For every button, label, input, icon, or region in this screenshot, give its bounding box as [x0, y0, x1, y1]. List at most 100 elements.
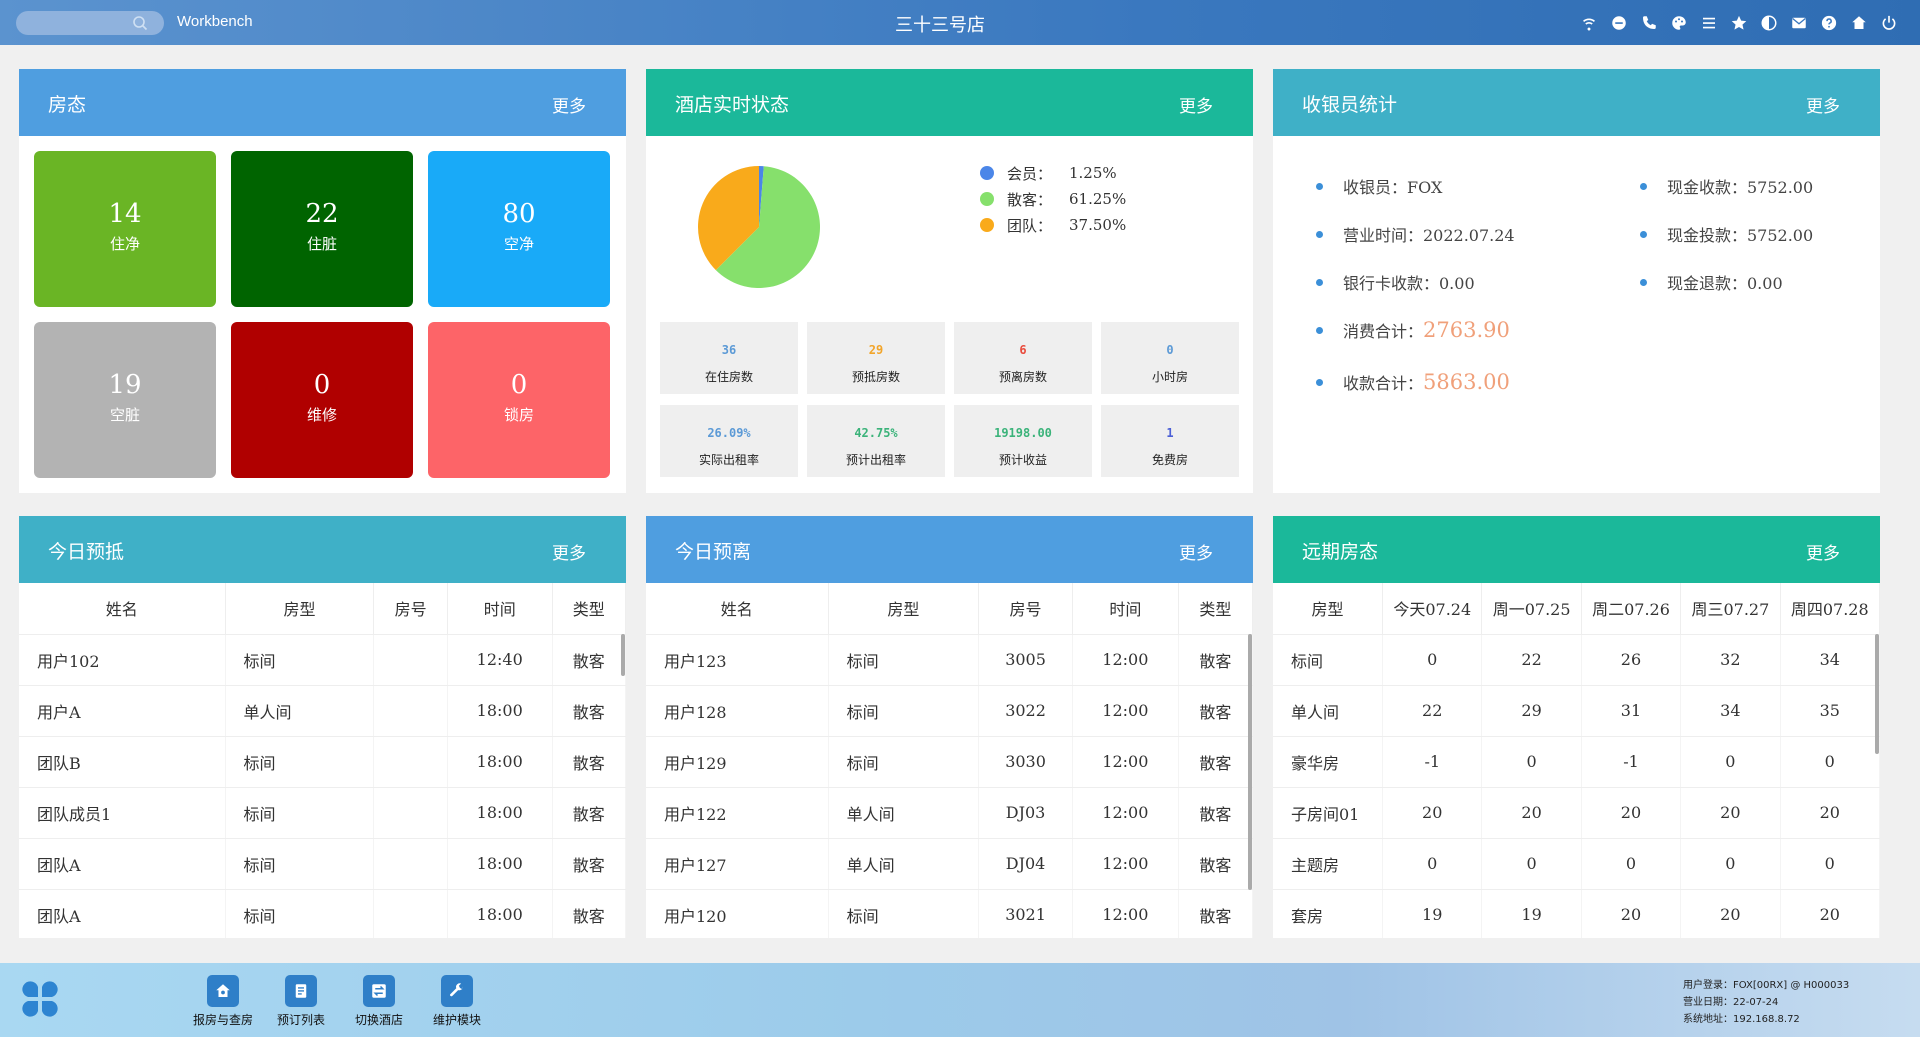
table-row[interactable]: 用户120 标间 3021 12:00 散客	[646, 889, 1253, 938]
table-row[interactable]: 用户102 标间 12:40 散客	[19, 634, 626, 686]
table-row[interactable]: 用户127 单人间 DJ04 12:00 散客	[646, 838, 1253, 890]
room-status-panel: 房态 更多 14 住净 22 住脏 80 空净 19 空脏 0 维修 0 锁房	[19, 69, 626, 493]
table-cell: 标间	[225, 889, 375, 938]
room-status-tile[interactable]: 14 住净	[34, 151, 216, 307]
tile-label: 空脏	[109, 406, 140, 424]
column-header[interactable]: 类型	[552, 583, 626, 635]
column-header[interactable]: 周四07.28	[1780, 583, 1880, 635]
column-header[interactable]: 房型	[828, 583, 980, 635]
column-header[interactable]: 房号	[978, 583, 1073, 635]
panel-title: 房态	[48, 94, 87, 116]
more-link[interactable]: 更多	[552, 92, 586, 117]
column-header[interactable]: 时间	[447, 583, 553, 635]
column-header[interactable]: 房型	[225, 583, 375, 635]
stat-box[interactable]: 26.09% 实际出租率	[660, 405, 798, 477]
table-row[interactable]: 用户128 标间 3022 12:00 散客	[646, 685, 1253, 737]
table-cell: 标间	[828, 685, 980, 737]
booking-list-button[interactable]: 预订列表	[261, 975, 341, 1028]
app-logo-icon[interactable]	[20, 979, 60, 1019]
column-header[interactable]: 周三07.27	[1680, 583, 1781, 635]
column-header[interactable]: 今天07.24	[1382, 583, 1483, 635]
table-cell: 12:00	[1072, 736, 1179, 788]
stat-box[interactable]: 0 小时房	[1101, 322, 1239, 394]
room-status-tile[interactable]: 80 空净	[428, 151, 610, 307]
switch-hotel-button[interactable]: 切换酒店	[339, 975, 419, 1028]
scrollbar[interactable]	[1248, 634, 1252, 890]
contrast-icon[interactable]	[1758, 12, 1780, 34]
wifi-icon[interactable]	[1578, 12, 1600, 34]
arrivals-header: 今日预抵 更多	[19, 516, 626, 583]
column-header[interactable]: 房型	[1273, 583, 1384, 635]
table-row[interactable]: 豪华房 -1 0 -1 0 0	[1273, 736, 1880, 788]
star-icon[interactable]	[1728, 12, 1750, 34]
stat-box[interactable]: 29 预抵房数	[807, 322, 945, 394]
table-row[interactable]: 用户129 标间 3030 12:00 散客	[646, 736, 1253, 788]
column-header[interactable]: 姓名	[19, 583, 226, 635]
table-cell: 12:00	[1072, 685, 1179, 737]
table-cell: 散客	[1178, 685, 1253, 737]
help-icon[interactable]	[1818, 12, 1840, 34]
table-row[interactable]: 标间 0 22 26 32 34	[1273, 634, 1880, 686]
column-header[interactable]: 房号	[373, 583, 448, 635]
column-header[interactable]: 时间	[1072, 583, 1179, 635]
stat-box[interactable]: 19198.00 预计收益	[954, 405, 1092, 477]
phone-icon[interactable]	[1638, 12, 1660, 34]
table-cell: 0	[1780, 838, 1880, 890]
more-link[interactable]: 更多	[1806, 92, 1840, 117]
tile-count: 0	[510, 370, 528, 400]
home-icon[interactable]	[1848, 12, 1870, 34]
table-row[interactable]: 用户122 单人间 DJ03 12:00 散客	[646, 787, 1253, 839]
more-link[interactable]: 更多	[1179, 92, 1213, 117]
menu-icon[interactable]	[1698, 12, 1720, 34]
power-icon[interactable]	[1878, 12, 1900, 34]
more-link[interactable]: 更多	[1179, 539, 1213, 564]
table-cell: 0	[1481, 838, 1582, 890]
stat-label: 预计出租率	[845, 453, 906, 467]
stat-label: 小时房	[1151, 370, 1188, 384]
column-header[interactable]: 类型	[1178, 583, 1253, 635]
arrivals-table: 姓名 房型 房号 时间 类型 用户102 标间 12:40 散客 用户A 单人间 18:00 散客 团队B…	[19, 583, 626, 938]
table-row[interactable]: 团队A 标间 18:00 散客	[19, 889, 626, 938]
cash-deposit: 现金投款：5752.00	[1640, 222, 1813, 246]
table-row[interactable]: 主题房 0 0 0 0 0	[1273, 838, 1880, 890]
table-row[interactable]: 子房间01 20 20 20 20 20	[1273, 787, 1880, 839]
room-status-tile[interactable]: 0 锁房	[428, 322, 610, 478]
room-status-tile[interactable]: 22 住脏	[231, 151, 413, 307]
table-cell: 26	[1581, 634, 1682, 686]
panel-title: 酒店实时状态	[675, 94, 790, 116]
room-status-tile[interactable]: 0 维修	[231, 322, 413, 478]
scrollbar[interactable]	[621, 634, 625, 676]
table-row[interactable]: 团队B 标间 18:00 散客	[19, 736, 626, 788]
palette-icon[interactable]	[1668, 12, 1690, 34]
stat-box[interactable]: 1 免费房	[1101, 405, 1239, 477]
room-report-button[interactable]: 报房与查房	[183, 975, 263, 1028]
more-link[interactable]: 更多	[1806, 539, 1840, 564]
table-row[interactable]: 用户123 标间 3005 12:00 散客	[646, 634, 1253, 686]
chat-icon[interactable]	[1608, 12, 1630, 34]
table-cell: 散客	[552, 736, 626, 788]
stat-box[interactable]: 42.75% 预计出租率	[807, 405, 945, 477]
table-row[interactable]: 单人间 22 29 31 34 35	[1273, 685, 1880, 737]
maintenance-button[interactable]: 维护模块	[417, 975, 497, 1028]
table-row[interactable]: 用户A 单人间 18:00 散客	[19, 685, 626, 737]
column-header[interactable]: 周二07.26	[1581, 583, 1682, 635]
stat-box[interactable]: 36 在住房数	[660, 322, 798, 394]
table-row[interactable]: 套房 19 19 20 20 20	[1273, 889, 1880, 938]
table-cell: 29	[1481, 685, 1582, 737]
table-cell	[373, 736, 448, 788]
column-header[interactable]: 姓名	[646, 583, 829, 635]
stat-box[interactable]: 6 预离房数	[954, 322, 1092, 394]
mail-icon[interactable]	[1788, 12, 1810, 34]
column-header[interactable]: 周一07.25	[1481, 583, 1582, 635]
table-cell: DJ03	[978, 787, 1073, 839]
table-cell: 12:00	[1072, 889, 1179, 938]
table-cell: 散客	[1178, 787, 1253, 839]
table-row[interactable]: 团队A 标间 18:00 散客	[19, 838, 626, 890]
tile-count: 0	[313, 370, 331, 400]
room-status-tile[interactable]: 19 空脏	[34, 322, 216, 478]
table-row[interactable]: 团队成员1 标间 18:00 散客	[19, 787, 626, 839]
stat-label: 预计收益	[998, 453, 1047, 467]
scrollbar[interactable]	[1875, 634, 1879, 754]
system-address: 系统地址：192.168.8.72	[1683, 1014, 1800, 1025]
more-link[interactable]: 更多	[552, 539, 586, 564]
